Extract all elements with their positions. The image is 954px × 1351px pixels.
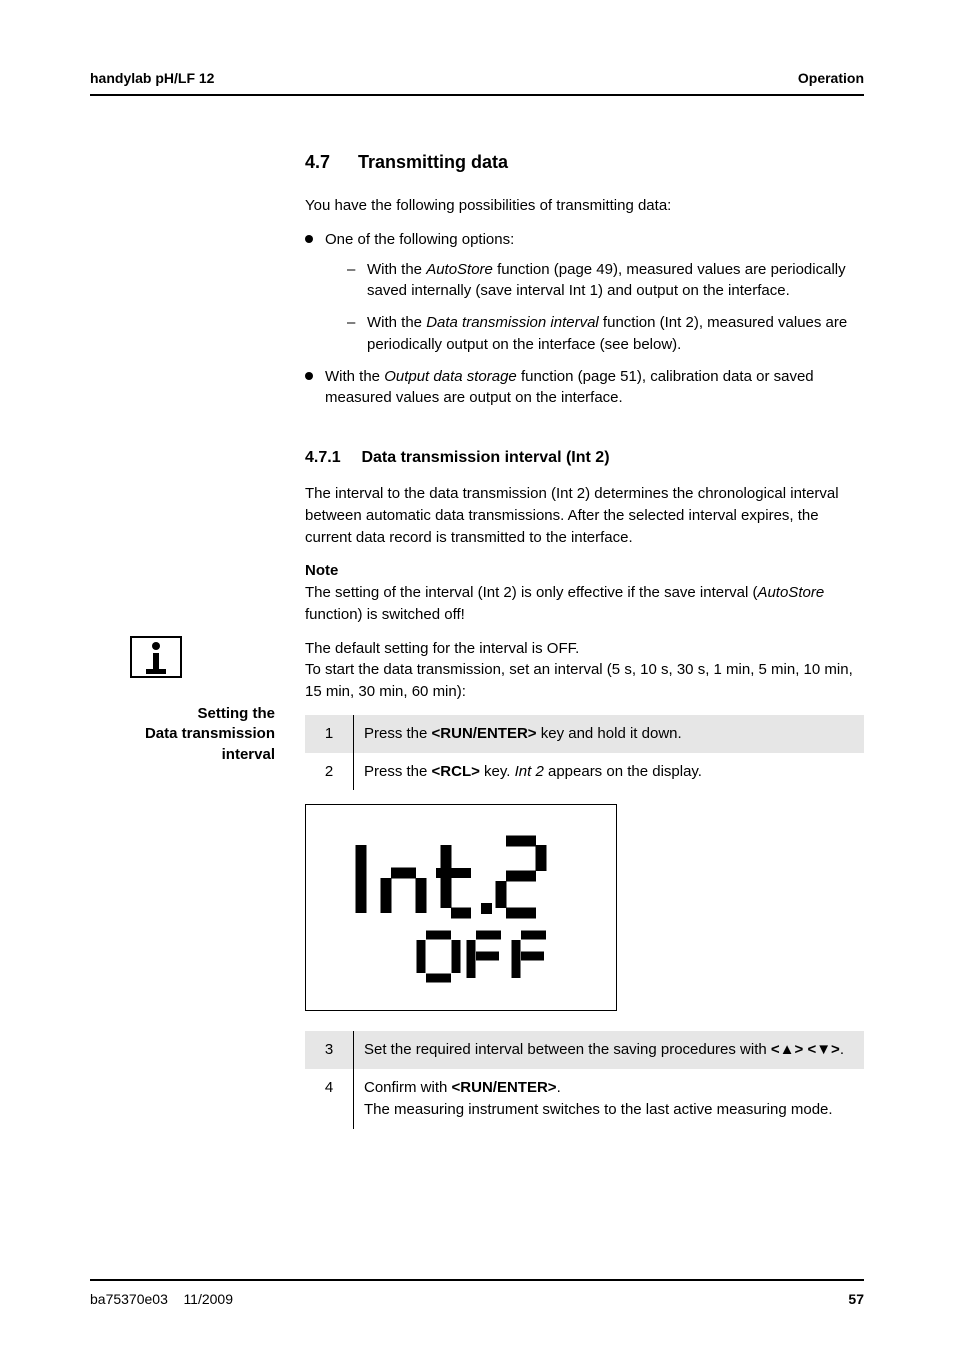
footer-rule: [90, 1279, 864, 1281]
s3-pre: Set the required interval between the sa…: [364, 1041, 771, 1058]
s2-em: Int 2: [515, 763, 544, 780]
option-1a: With the AutoStore function (page 49), m…: [347, 259, 864, 303]
header-left: handylab pH/LF 12: [90, 70, 214, 86]
option-1: One of the following options: With the A…: [305, 229, 864, 356]
step-1-text: Press the <RUN/ENTER> key and hold it do…: [354, 715, 865, 753]
option-1b: With the Data transmission interval func…: [347, 312, 864, 356]
steps-table-a: 1 Press the <RUN/ENTER> key and hold it …: [305, 715, 864, 791]
section-number: 4.7: [305, 152, 353, 173]
s3-key1: <▲>: [771, 1041, 803, 1058]
s1-key: <RUN/ENTER>: [432, 725, 537, 742]
margin-line1: Setting the: [198, 705, 276, 722]
margin-label: Setting the Data transmission interval: [90, 704, 275, 765]
s1-post: key and hold it down.: [537, 725, 682, 742]
footer-date: 11/2009: [183, 1291, 233, 1307]
steps-table-b: 3 Set the required interval between the …: [305, 1031, 864, 1128]
step-4-row: 4 Confirm with <RUN/ENTER>. The measurin…: [305, 1069, 864, 1129]
o2-em: Output data storage: [384, 368, 517, 385]
step-3-row: 3 Set the required interval between the …: [305, 1031, 864, 1069]
step-2-row: 2 Press the <RCL> key. Int 2 appears on …: [305, 753, 864, 791]
o1b-pre: With the: [367, 314, 426, 331]
o1a-em: AutoStore: [426, 261, 493, 278]
info-icon: [130, 636, 182, 678]
setting-p1: The default setting for the interval is …: [305, 640, 579, 657]
margin-line2: Data transmission: [145, 725, 275, 742]
s2-post: appears on the display.: [544, 763, 702, 780]
lcd-display: [305, 804, 617, 1011]
s4-mid: .: [557, 1079, 561, 1096]
s2-mid: key.: [480, 763, 515, 780]
setting-para: The default setting for the interval is …: [305, 638, 864, 703]
o2-pre: With the: [325, 368, 384, 385]
step-1-num: 1: [305, 715, 354, 753]
step-2-num: 2: [305, 753, 354, 791]
header-right: Operation: [798, 70, 864, 86]
s4-key: <RUN/ENTER>: [452, 1079, 557, 1096]
header-rule: [90, 94, 864, 96]
lcd-svg: [331, 823, 591, 993]
intro-para: You have the following possibilities of …: [305, 195, 864, 217]
step-2-text: Press the <RCL> key. Int 2 appears on th…: [354, 753, 865, 791]
note-em: AutoStore: [757, 584, 824, 601]
note-pre: The setting of the interval (Int 2) is o…: [305, 584, 757, 601]
o1a-pre: With the: [367, 261, 426, 278]
note-heading: Note: [305, 562, 338, 579]
setting-p2: To start the data transmission, set an i…: [305, 661, 853, 700]
s2-pre: Press the: [364, 763, 432, 780]
o1b-em: Data transmission interval: [426, 314, 599, 331]
s2-key: <RCL>: [432, 763, 480, 780]
s4-post: The measuring instrument switches to the…: [364, 1101, 833, 1118]
subsection-number: 4.7.1: [305, 449, 357, 467]
subsection-heading: 4.7.1 Data transmission interval (Int 2): [305, 449, 864, 467]
option-1-sublist: With the AutoStore function (page 49), m…: [347, 259, 864, 356]
note-block: Note The setting of the interval (Int 2)…: [305, 560, 864, 625]
option-1-lead: One of the following options:: [325, 231, 514, 248]
section-heading: 4.7 Transmitting data: [305, 152, 864, 173]
margin-line3: interval: [222, 746, 275, 763]
footer-left: ba75370e03 11/2009: [90, 1291, 233, 1307]
subsection-para: The interval to the data transmission (I…: [305, 483, 864, 548]
subsection-title: Data transmission interval (Int 2): [361, 449, 609, 466]
option-2: With the Output data storage function (p…: [305, 366, 864, 410]
footer-page-number: 57: [848, 1291, 864, 1307]
step-3-num: 3: [305, 1031, 354, 1069]
option-list: One of the following options: With the A…: [305, 229, 864, 409]
section-title: Transmitting data: [358, 152, 508, 172]
step-4-num: 4: [305, 1069, 354, 1129]
s3-post: .: [840, 1041, 844, 1058]
s4-pre: Confirm with: [364, 1079, 452, 1096]
step-4-text: Confirm with <RUN/ENTER>. The measuring …: [354, 1069, 865, 1129]
note-post: function) is switched off!: [305, 606, 465, 623]
s1-pre: Press the: [364, 725, 432, 742]
page-footer: ba75370e03 11/2009 57: [90, 1279, 864, 1307]
step-3-text: Set the required interval between the sa…: [354, 1031, 865, 1069]
s3-key2: <▼>: [807, 1041, 839, 1058]
step-1-row: 1 Press the <RUN/ENTER> key and hold it …: [305, 715, 864, 753]
footer-doc-id: ba75370e03: [90, 1291, 168, 1307]
